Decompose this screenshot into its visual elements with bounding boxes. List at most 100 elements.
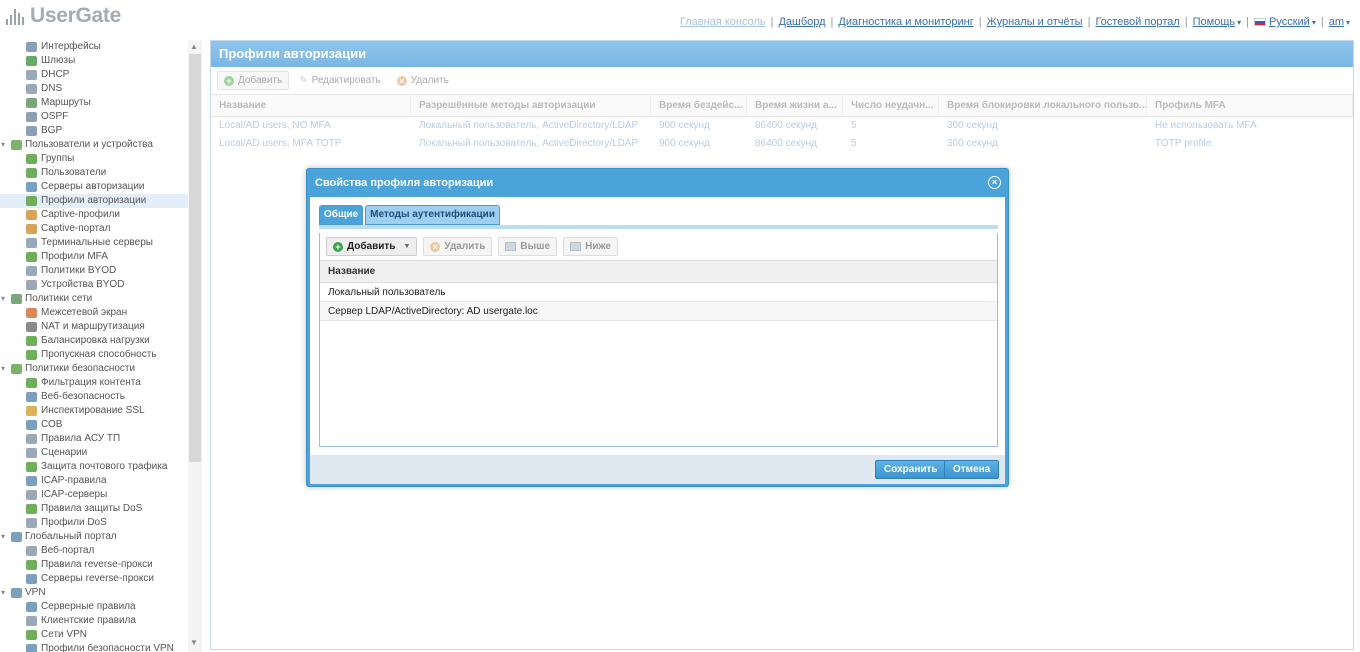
add-profile-button[interactable]: + Добавить [217,71,290,90]
move-up-button[interactable]: Выше [498,237,558,256]
column-header[interactable]: Время жизни а... [747,95,843,116]
sidebar-item[interactable]: Маршруты [0,96,188,110]
sidebar-item-label: Клиентские правила [41,615,136,626]
expand-toggle-icon[interactable]: ▾ [1,292,5,306]
nav-link[interactable]: Русский [1269,16,1310,28]
column-header[interactable]: Время бездейс... [651,95,747,116]
nav-link[interactable]: Гостевой портал [1095,16,1179,28]
sidebar-item-label: Глобальный портал [25,531,117,542]
sidebar-item[interactable]: Правила reverse-прокси [0,558,188,572]
gateway-icon [26,56,37,66]
table-row[interactable]: Local/AD users, NO MFA Локальный пользова… [211,117,1353,135]
tab-auth-methods[interactable]: Методы аутентификации [365,205,500,225]
table-cell: 300 секунд [947,120,998,131]
sidebar-item[interactable]: Серверы reverse-прокси [0,572,188,586]
sidebar-item[interactable]: Межсетевой экран [0,306,188,320]
sidebar-item[interactable]: ICAP-правила [0,474,188,488]
methods-column-header[interactable]: Название [320,261,997,283]
sidebar-item[interactable]: DHCP [0,68,188,82]
sidebar-item[interactable]: Серверы авторизации [0,180,188,194]
cancel-button[interactable]: Отмена [944,460,1000,479]
chevron-down-icon[interactable]: ▾ [1312,18,1316,27]
sidebar-item[interactable]: Сценарии [0,446,188,460]
sidebar-item[interactable]: Группы [0,152,188,166]
sidebar-item[interactable]: Инспектирование SSL [0,404,188,418]
sidebar-item-label: Сценарии [41,447,88,458]
method-row[interactable]: Локальный пользователь [320,283,997,302]
sidebar-item[interactable]: Правила защиты DoS [0,502,188,516]
sidebar-item[interactable]: Шлюзы [0,54,188,68]
scada-rules-icon [26,434,37,444]
sidebar-item[interactable]: ▾ Политики безопасности [0,362,188,376]
sidebar-item[interactable]: Веб-безопасность [0,390,188,404]
scroll-up-icon[interactable]: ▲ [190,42,198,51]
sidebar-item[interactable]: Устройства BYOD [0,278,188,292]
table-row[interactable]: Local/AD users, MFA TOTP Локальный пользо… [211,135,1353,153]
nav-link[interactable]: Помощь [1193,16,1236,28]
sidebar-item[interactable]: ▾ VPN [0,586,188,600]
nav-link[interactable]: Дашборд [778,16,825,28]
column-header[interactable]: Число неудачн... [843,95,939,116]
nav-link[interactable]: Диагностика и мониторинг [838,16,973,28]
sidebar-item[interactable]: Серверные правила [0,600,188,614]
sidebar-item[interactable]: Сети VPN [0,628,188,642]
add-method-button[interactable]: + Добавить ▼ [326,237,418,256]
sidebar-item[interactable]: Профили безопасности VPN [0,642,188,652]
main-toolbar: + Добавить ✎ Редактировать × Удалить [211,67,1353,95]
sidebar-item-label: Политики BYOD [41,265,117,276]
sidebar-item[interactable]: Профили DoS [0,516,188,530]
mfa-profiles-icon [26,252,37,262]
sidebar-item[interactable]: Веб-портал [0,544,188,558]
column-header[interactable]: Профиль MFA [1147,95,1353,116]
sidebar-item[interactable]: Защита почтового трафика [0,460,188,474]
move-down-button[interactable]: Ниже [563,237,618,256]
sidebar-item[interactable]: Пользователи [0,166,188,180]
sidebar-item[interactable]: СОВ [0,418,188,432]
sidebar-item[interactable]: ▾ Пользователи и устройства [0,138,188,152]
sidebar-item[interactable]: Пропускная способность [0,348,188,362]
sidebar-item[interactable]: Captive-профили [0,208,188,222]
sidebar-scrollbar[interactable]: ▲ ▼ [188,40,202,652]
table-cell: 5 [851,138,857,149]
sidebar-item[interactable]: Captive-портал [0,222,188,236]
column-header[interactable]: Время блокировки локального пользо... [939,95,1147,116]
method-row[interactable]: Сервер LDAP/ActiveDirectory: AD usergate… [320,302,997,321]
edit-profile-button[interactable]: ✎ Редактировать [293,72,386,89]
tab-general[interactable]: Общие [319,205,364,225]
nav-link[interactable]: am [1329,16,1344,28]
sidebar-item[interactable]: Профили MFA [0,250,188,264]
column-header[interactable]: Название [211,95,411,116]
sidebar-item[interactable]: OSPF [0,110,188,124]
expand-toggle-icon[interactable]: ▾ [1,530,5,544]
sidebar-item[interactable]: Балансировка нагрузки [0,334,188,348]
sidebar-item[interactable]: Терминальные серверы [0,236,188,250]
chevron-down-icon[interactable]: ▾ [1237,18,1241,27]
sidebar-item[interactable]: Политики BYOD [0,264,188,278]
sidebar-item[interactable]: DNS [0,82,188,96]
sidebar-item[interactable]: Правила АСУ ТП [0,432,188,446]
sidebar-item-label: VPN [25,587,46,598]
sidebar-item[interactable]: NAT и маршрутизация [0,320,188,334]
sidebar-item[interactable]: Клиентские правила [0,614,188,628]
sidebar-item[interactable]: ▾ Глобальный портал [0,530,188,544]
scroll-down-icon[interactable]: ▼ [190,638,198,647]
sidebar-item[interactable]: Фильтрация контента [0,376,188,390]
sidebar-item[interactable]: BGP [0,124,188,138]
expand-toggle-icon[interactable]: ▾ [1,362,5,376]
sidebar-item[interactable]: Интерфейсы [0,40,188,54]
sidebar-item-label: Группы [41,153,75,164]
scrollbar-thumb[interactable] [189,54,201,462]
expand-toggle-icon[interactable]: ▾ [1,138,5,152]
save-button[interactable]: Сохранить [875,460,947,479]
expand-toggle-icon[interactable]: ▾ [1,586,5,600]
delete-method-button[interactable]: × Удалить [423,237,493,256]
nav-link[interactable]: Главная консоль [680,16,766,28]
close-icon[interactable]: × [988,176,1001,189]
sidebar-item[interactable]: Профили авторизации [0,194,188,208]
delete-profile-button[interactable]: × Удалить [391,72,455,89]
sidebar-item[interactable]: ICAP-серверы [0,488,188,502]
chevron-down-icon[interactable]: ▾ [1346,18,1350,27]
nav-link[interactable]: Журналы и отчёты [987,16,1083,28]
sidebar-item[interactable]: ▾ Политики сети [0,292,188,306]
column-header[interactable]: Разрешённые методы авторизации [411,95,651,116]
